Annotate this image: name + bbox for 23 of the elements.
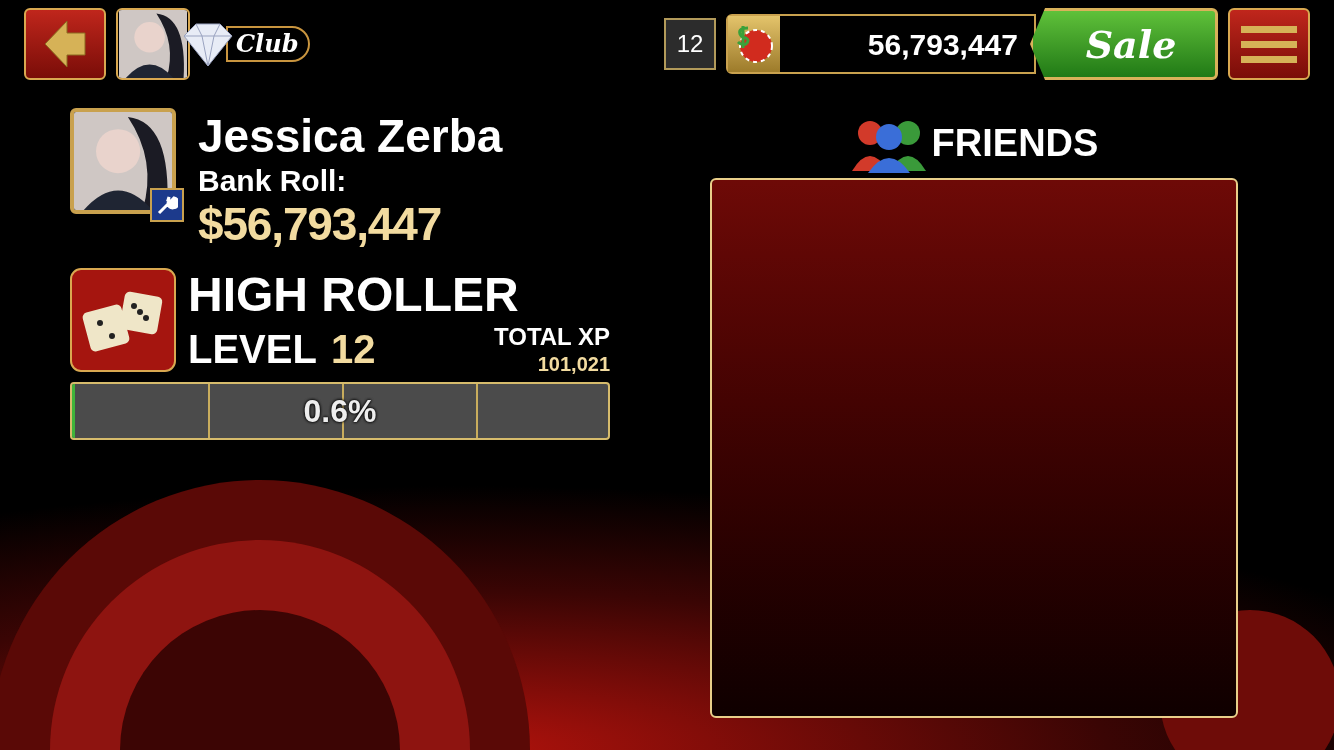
bank-roll-amount: $56,793,447 — [198, 198, 443, 250]
total-xp-label: TOTAL XP — [494, 322, 610, 352]
chips-amount: 56,793,447 — [866, 26, 1019, 63]
level-badge: 12 — [664, 18, 716, 70]
total-xp-value: 101,021 — [537, 352, 610, 376]
player-name: Jessica Zerba — [198, 109, 503, 164]
menu-button[interactable] — [1228, 8, 1310, 80]
bank-roll-label: Bank Roll: — [198, 164, 348, 198]
friends-title: FRIENDS — [931, 120, 1099, 166]
wrench-icon — [156, 194, 178, 216]
left-arrow-icon — [43, 19, 87, 69]
back-button[interactable] — [24, 8, 106, 80]
dice-icon — [70, 268, 176, 372]
level-number: 12 — [330, 326, 376, 372]
avatar — [118, 10, 188, 78]
poker-chip-icon — [734, 24, 774, 64]
club-badge: Club — [226, 26, 311, 62]
level-label: LEVEL — [188, 326, 317, 372]
sale-button[interactable]: Sale — [1030, 8, 1218, 80]
rank-title: HIGH ROLLER — [188, 268, 520, 322]
menu-icon — [1241, 24, 1297, 64]
profile-photo-button[interactable] — [116, 8, 190, 80]
edit-profile-button[interactable] — [150, 188, 184, 222]
